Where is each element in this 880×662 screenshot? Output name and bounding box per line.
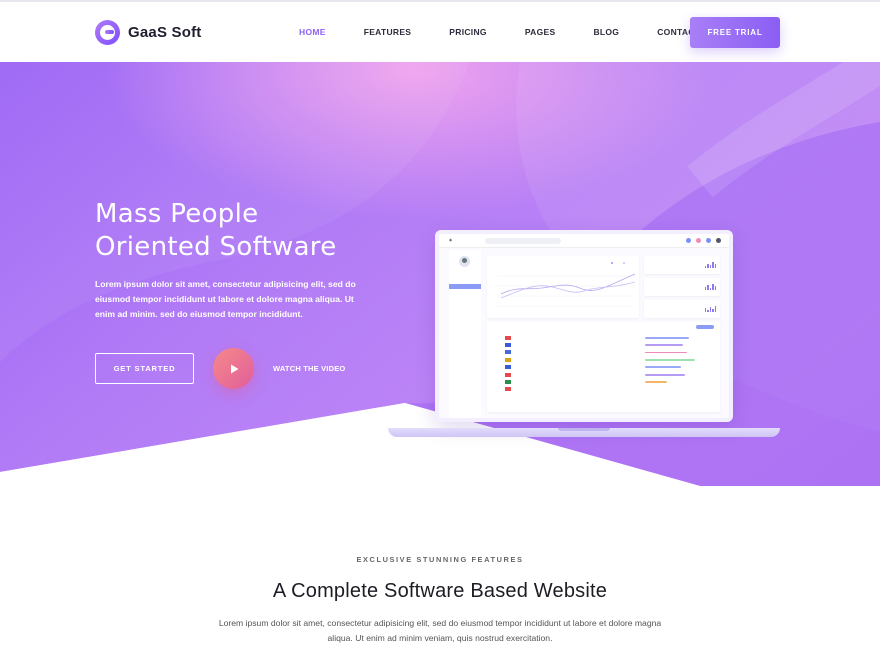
main-nav: HOME FEATURES PRICING PAGES BLOG CONTACT [299, 27, 738, 37]
dashboard-chart-card [487, 256, 639, 318]
play-icon [230, 364, 238, 373]
dashboard-topbar: ◉ [439, 234, 729, 248]
get-started-button[interactable]: GET STARTED [95, 353, 194, 384]
nav-pages[interactable]: PAGES [525, 27, 556, 37]
dashboard-sidebar [449, 250, 481, 418]
brand-name: GaaS Soft [128, 24, 202, 41]
nav-pricing[interactable]: PRICING [449, 27, 487, 37]
play-video-button[interactable] [213, 348, 254, 389]
dashboard-search-bar [485, 238, 561, 244]
dashboard-stat-card [644, 278, 720, 296]
free-trial-button[interactable]: FREE TRIAL [690, 17, 780, 48]
hero-section: Mass People Oriented Software Lorem ipsu… [0, 62, 880, 486]
table-row [491, 378, 717, 385]
table-row [491, 356, 717, 363]
dashboard-stat-card [644, 256, 720, 274]
laptop-base [388, 428, 780, 437]
dashboard-screenshot: ◉ [435, 230, 733, 422]
table-row [491, 371, 717, 378]
table-row [491, 334, 717, 341]
nav-home[interactable]: HOME [299, 27, 326, 37]
avatar [459, 256, 470, 267]
dashboard-table-card [487, 322, 720, 412]
table-row [491, 341, 717, 348]
dashboard-topbar-icons [686, 238, 721, 243]
dashboard-stat-card [644, 300, 720, 318]
features-kicker: EXCLUSIVE STUNNING FEATURES [356, 555, 524, 564]
brand-logo[interactable]: GaaS Soft [95, 20, 201, 45]
table-row [491, 349, 717, 356]
table-row [491, 386, 717, 393]
dashboard-logo: ◉ [449, 238, 453, 242]
line-chart-graphic [497, 262, 636, 307]
hero-title-line-2: Oriented Software [95, 232, 337, 262]
site-header: GaaS Soft HOME FEATURES PRICING PAGES BL… [0, 0, 880, 62]
watch-video-link[interactable]: WATCH THE VIDEO [273, 364, 345, 373]
dashboard-table-badge [696, 325, 714, 329]
features-title: A Complete Software Based Website [272, 580, 608, 602]
table-row [491, 364, 717, 371]
logo-icon [95, 20, 120, 45]
hero-title-line-1: Mass People [95, 199, 259, 229]
nav-blog[interactable]: BLOG [593, 27, 619, 37]
features-description: Lorem ipsum dolor sit amet, consectetur … [218, 618, 662, 643]
dashboard-menu [449, 284, 481, 354]
hero-title: Mass People Oriented Software [95, 198, 337, 264]
hero-description: Lorem ipsum dolor sit amet, consectetur … [95, 279, 356, 319]
nav-features[interactable]: FEATURES [364, 27, 412, 37]
